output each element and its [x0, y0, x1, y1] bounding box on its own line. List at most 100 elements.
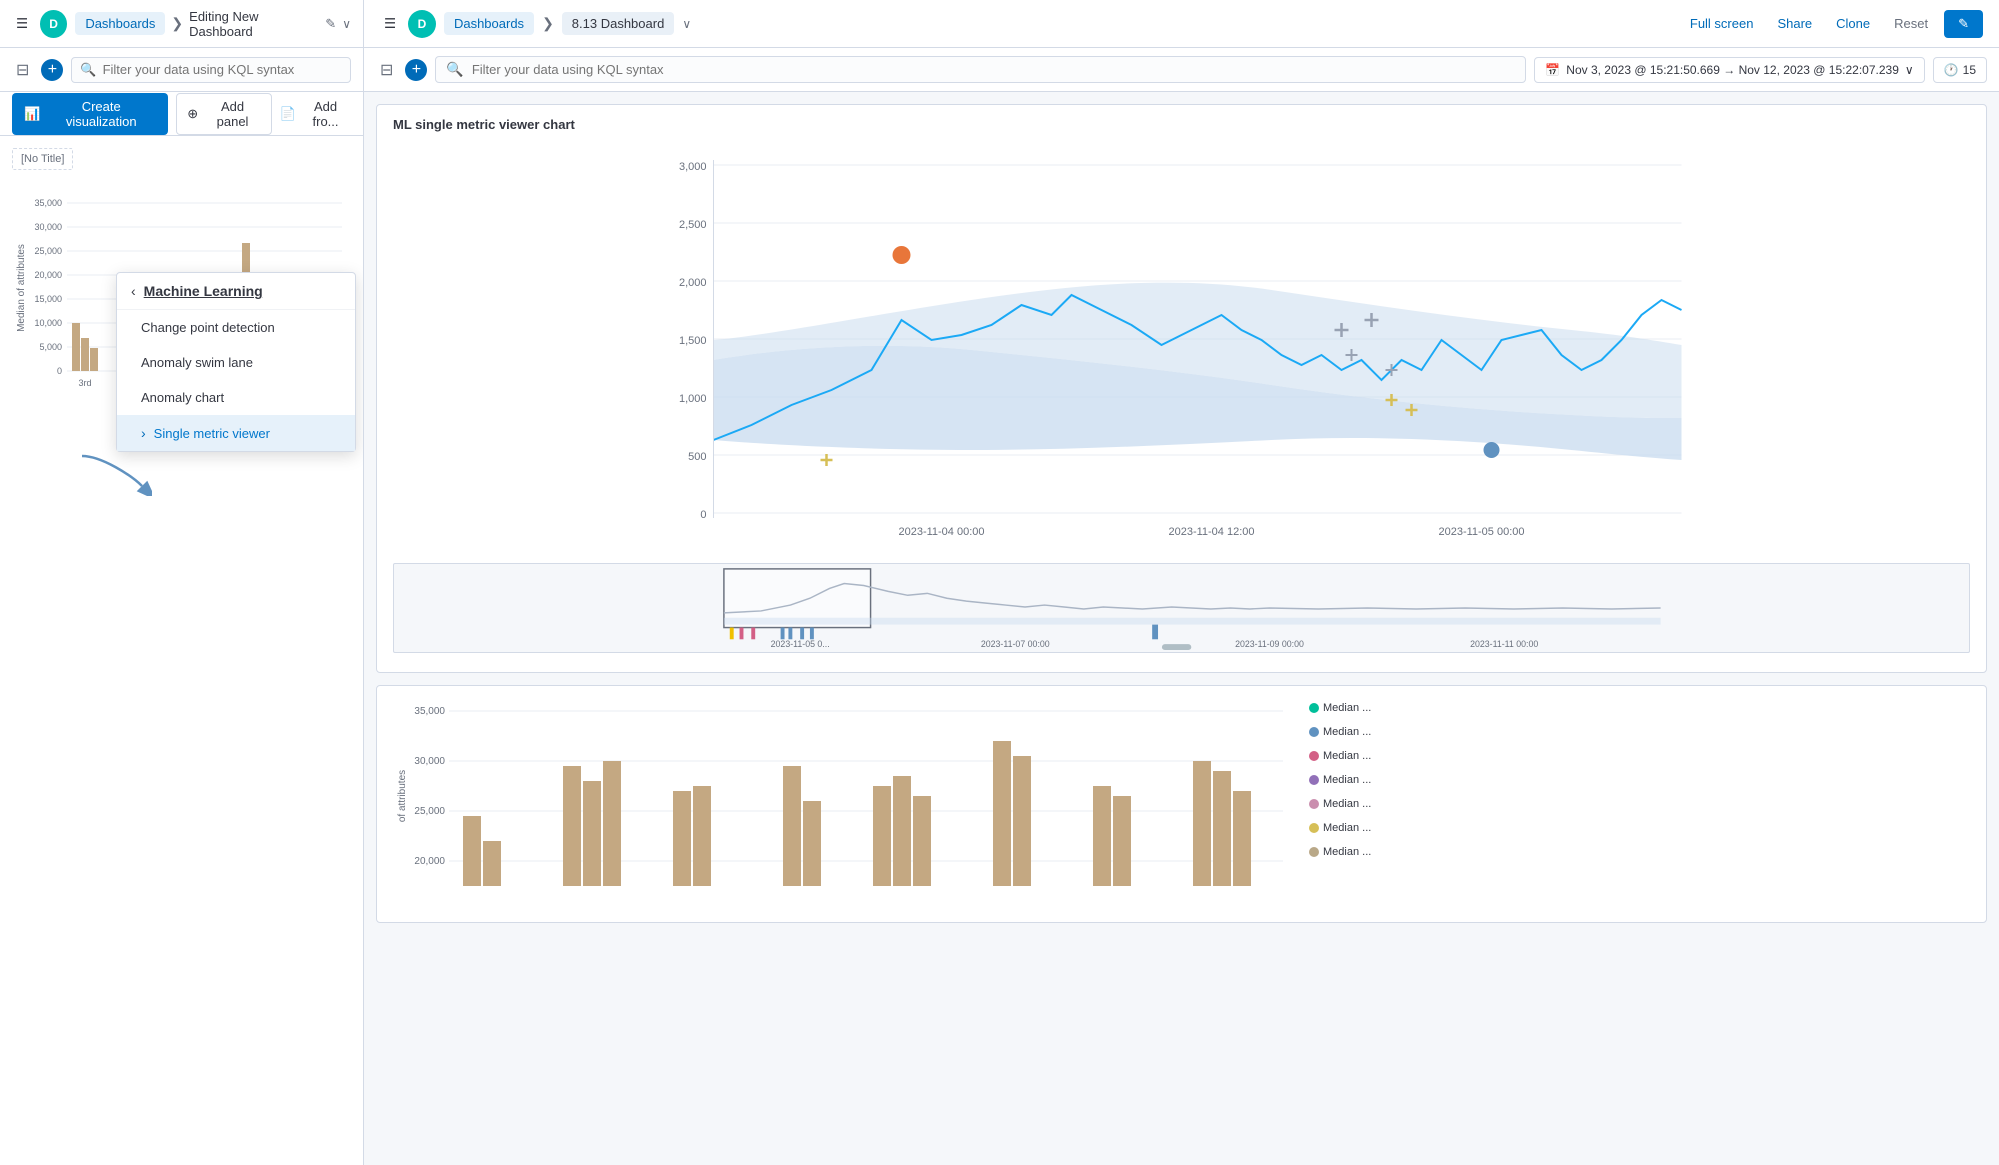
full-screen-button[interactable]: Full screen — [1682, 12, 1762, 35]
create-viz-label: Create visualization — [46, 99, 156, 129]
dashboard-name-label: 8.13 Dashboard — [562, 12, 675, 35]
avatar: D — [40, 10, 67, 38]
dropdown-item-anomaly-chart[interactable]: Anomaly chart — [117, 380, 355, 415]
filter-bar: ⊟ + 🔍 📅 Nov 3, 2023 @ 15:21:50.669 → Nov… — [364, 48, 1999, 92]
anomaly-chart-label: Anomaly chart — [141, 390, 224, 405]
dropdown-item-change-point[interactable]: Change point detection — [117, 310, 355, 345]
legend-label-6: Median ... — [1323, 822, 1371, 834]
svg-text:3,000: 3,000 — [679, 161, 707, 173]
svg-text:35,000: 35,000 — [34, 198, 62, 208]
blue-arrow-indicator — [72, 446, 152, 499]
doc-icon: 📄 — [280, 106, 296, 122]
create-visualization-button[interactable]: 📊 Create visualization — [12, 93, 168, 135]
add-panel-button[interactable]: ⊕ Add panel — [176, 93, 272, 135]
search-icon: 🔍 — [446, 61, 463, 78]
legend-dot-5 — [1309, 799, 1319, 809]
reset-button[interactable]: Reset — [1886, 12, 1936, 35]
legend-item-5: Median ... — [1309, 798, 1371, 810]
active-arrow-icon: › — [141, 425, 146, 441]
svg-text:2,000: 2,000 — [679, 277, 707, 289]
svg-text:500: 500 — [688, 451, 706, 463]
add-from-label: Add fro... — [300, 99, 351, 129]
chart-title-label: [No Title] — [12, 148, 73, 170]
breadcrumb-arrow-icon: ❯ — [171, 15, 183, 32]
hamburger-button[interactable]: ☰ — [12, 12, 32, 36]
add-panel-label: Add panel — [204, 99, 261, 129]
svg-text:25,000: 25,000 — [414, 806, 445, 817]
legend-item-4: Median ... — [1309, 774, 1371, 786]
legend-label-7: Median ... — [1323, 846, 1371, 858]
nav-breadcrumb-arrow: ❯ — [542, 15, 554, 32]
main-search-input[interactable] — [472, 62, 1515, 77]
legend-item-7: Median ... — [1309, 846, 1371, 858]
dashboards-nav-link[interactable]: Dashboards — [444, 12, 534, 35]
dashboards-link[interactable]: Dashboards — [75, 12, 165, 35]
svg-text:30,000: 30,000 — [414, 756, 445, 767]
add-filter-button[interactable]: + — [405, 59, 427, 81]
add-from-button[interactable]: 📄 Add fro... — [280, 99, 351, 129]
svg-text:15,000: 15,000 — [34, 294, 62, 304]
current-dashboard-label: Editing New Dashboard — [189, 9, 319, 39]
legend-dot-2 — [1309, 727, 1319, 737]
dropdown-header[interactable]: ‹ Machine Learning — [117, 273, 355, 310]
clone-button[interactable]: Clone — [1828, 12, 1878, 35]
pencil-icon: ✎ — [1958, 16, 1969, 32]
svg-text:2023-11-04 12:00: 2023-11-04 12:00 — [1168, 526, 1254, 538]
svg-text:2023-11-07 00:00: 2023-11-07 00:00 — [981, 639, 1050, 649]
ml-dropdown-menu: ‹ Machine Learning Change point detectio… — [116, 272, 356, 452]
hamburger-icon: ☰ — [16, 16, 28, 31]
svg-text:25,000: 25,000 — [34, 246, 62, 256]
svg-text:30,000: 30,000 — [34, 222, 62, 232]
svg-text:Median of attributes: Median of attributes — [16, 244, 27, 332]
svg-text:20,000: 20,000 — [34, 270, 62, 280]
bottom-chart-container: of attributes 35,000 30,000 25,000 20,00… — [377, 686, 1986, 922]
nav-chevron-icon[interactable]: ∨ — [682, 17, 691, 31]
legend-item-1: Median ... — [1309, 702, 1371, 714]
ml-chart-title: ML single metric viewer chart — [377, 105, 1986, 140]
left-search-input[interactable] — [103, 62, 342, 77]
left-filter-icon-button[interactable]: ⊟ — [12, 56, 33, 84]
bottom-chart-panel: of attributes 35,000 30,000 25,000 20,00… — [376, 685, 1987, 923]
scroll-indicator[interactable] — [1162, 644, 1191, 650]
svg-text:20,000: 20,000 — [414, 856, 445, 867]
legend-label-1: Median ... — [1323, 702, 1371, 714]
svg-text:0: 0 — [57, 366, 62, 376]
main-search-bar[interactable]: 🔍 — [435, 56, 1526, 83]
svg-text:0: 0 — [700, 509, 706, 521]
svg-text:5,000: 5,000 — [39, 342, 62, 352]
left-search-bar[interactable]: 🔍 — [71, 57, 351, 83]
dropdown-item-single-metric[interactable]: › Single metric viewer — [117, 415, 355, 451]
legend-label-4: Median ... — [1323, 774, 1371, 786]
left-filter-bar: ⊟ + 🔍 — [0, 48, 363, 92]
dropdown-item-swim-lane[interactable]: Anomaly swim lane — [117, 345, 355, 380]
left-add-icon-button[interactable]: + — [41, 59, 63, 81]
current-dashboard: Editing New Dashboard ✎ ∨ — [189, 9, 351, 39]
search-icon: 🔍 — [80, 62, 96, 78]
ml-main-chart: 3,000 2,500 2,000 1,500 1,000 500 0 — [393, 140, 1970, 560]
svg-text:2023-11-09 00:00: 2023-11-09 00:00 — [1235, 639, 1304, 649]
chevron-down-icon[interactable]: ∨ — [342, 17, 351, 31]
breadcrumb: Dashboards ❯ Editing New Dashboard ✎ ∨ — [75, 9, 351, 39]
legend-label-3: Median ... — [1323, 750, 1371, 762]
legend-item-6: Median ... — [1309, 822, 1371, 834]
date-range-button[interactable]: 📅 Nov 3, 2023 @ 15:21:50.669 → Nov 12, 2… — [1534, 57, 1924, 83]
add-panel-icon: ⊕ — [187, 106, 198, 122]
share-button[interactable]: Share — [1769, 12, 1820, 35]
refresh-button[interactable]: 🕐 15 — [1933, 57, 1987, 83]
swim-lane-label: Anomaly swim lane — [141, 355, 253, 370]
refresh-label: 15 — [1963, 63, 1976, 77]
dropdown-title: Machine Learning — [144, 283, 263, 299]
menu-button[interactable]: ☰ — [380, 12, 400, 36]
chart-icon: 📊 — [24, 106, 40, 122]
svg-text:1,000: 1,000 — [679, 393, 707, 405]
edit-button[interactable]: ✎ — [1944, 10, 1983, 38]
back-arrow-icon: ‹ — [131, 283, 136, 299]
ml-chart-container: 3,000 2,500 2,000 1,500 1,000 500 0 — [377, 140, 1986, 672]
single-metric-label: Single metric viewer — [154, 426, 270, 441]
ml-chart-panel: ML single metric viewer chart 3,000 2,50… — [376, 104, 1987, 673]
edit-dashboard-icon[interactable]: ✎ — [325, 16, 336, 32]
filter-button[interactable]: ⊟ — [376, 56, 397, 84]
legend-dot-6 — [1309, 823, 1319, 833]
svg-text:2023-11-05 00:00: 2023-11-05 00:00 — [1438, 526, 1524, 538]
action-bar: 📊 Create visualization ⊕ Add panel 📄 Add… — [0, 92, 363, 136]
